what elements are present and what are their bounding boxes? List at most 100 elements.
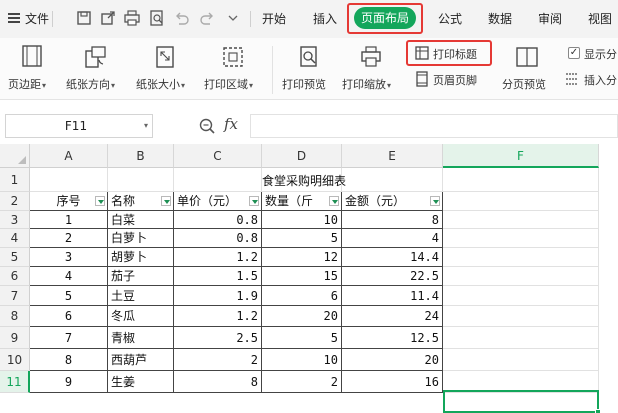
table-row-cell[interactable]: 20: [342, 349, 443, 371]
grid-cell[interactable]: [443, 267, 599, 286]
table-row-cell[interactable]: 12.5: [342, 327, 443, 349]
formula-input[interactable]: [250, 114, 618, 138]
fx-icon[interactable]: fx: [224, 115, 238, 133]
tab-formulas[interactable]: 公式: [438, 10, 462, 27]
table-row-cell[interactable]: 2: [30, 229, 108, 248]
chevron-down-icon[interactable]: ▾: [144, 121, 148, 130]
grid-cell[interactable]: [342, 168, 443, 192]
print-titles-button[interactable]: 打印标题: [412, 44, 488, 64]
grid-cell[interactable]: [443, 349, 599, 371]
tab-home[interactable]: 开始: [262, 10, 286, 27]
table-row-cell[interactable]: 8: [174, 371, 262, 393]
table-row-cell[interactable]: 茄子: [108, 267, 174, 286]
grid-cell[interactable]: [443, 192, 599, 211]
row-header-10[interactable]: 10: [0, 349, 30, 371]
tab-view[interactable]: 视图: [588, 10, 612, 27]
page-break-preview-button[interactable]: 分页预览: [500, 42, 556, 96]
table-header-cell[interactable]: 单价（元）: [174, 192, 262, 211]
table-row-cell[interactable]: 2: [262, 371, 342, 393]
table-row-cell[interactable]: 6: [262, 286, 342, 306]
column-header-f[interactable]: F: [443, 144, 599, 168]
grid-cell[interactable]: [443, 248, 599, 267]
grid-cell[interactable]: [174, 168, 262, 192]
table-row-cell[interactable]: 0.8: [174, 229, 262, 248]
table-row-cell[interactable]: 土豆: [108, 286, 174, 306]
table-row-cell[interactable]: 4: [342, 229, 443, 248]
table-row-cell[interactable]: 8: [30, 349, 108, 371]
table-row-cell[interactable]: 8: [342, 211, 443, 229]
grid-cell[interactable]: [443, 286, 599, 306]
table-row-cell[interactable]: 1.9: [174, 286, 262, 306]
table-row-cell[interactable]: 1.2: [174, 248, 262, 267]
row-header-3[interactable]: 3: [0, 211, 30, 229]
save-icon[interactable]: [75, 9, 93, 27]
table-row-cell[interactable]: 10: [262, 211, 342, 229]
show-page-breaks-checkbox[interactable]: ✓: [568, 47, 580, 59]
margins-button[interactable]: 页边距▾: [6, 42, 58, 96]
table-row-cell[interactable]: 生姜: [108, 371, 174, 393]
column-header-b[interactable]: B: [108, 144, 174, 168]
file-menu[interactable]: 文件: [25, 10, 49, 27]
grid-cell[interactable]: [443, 211, 599, 229]
table-row-cell[interactable]: 11.4: [342, 286, 443, 306]
column-header-d[interactable]: D: [262, 144, 342, 168]
table-row-cell[interactable]: 12: [262, 248, 342, 267]
table-row-cell[interactable]: 白萝卜: [108, 229, 174, 248]
row-header-11[interactable]: 11: [0, 371, 30, 393]
row-header-8[interactable]: 8: [0, 306, 30, 327]
column-header-a[interactable]: A: [30, 144, 108, 168]
grid-cell[interactable]: [443, 306, 599, 327]
print-icon[interactable]: [123, 9, 141, 27]
paper-size-button[interactable]: 纸张大小▾: [134, 42, 196, 96]
table-row-cell[interactable]: 青椒: [108, 327, 174, 349]
grid-cell[interactable]: [443, 327, 599, 349]
table-row-cell[interactable]: 20: [262, 306, 342, 327]
table-row-cell[interactable]: 4: [30, 267, 108, 286]
filter-dropdown-icon[interactable]: [430, 196, 440, 206]
select-all-corner[interactable]: [0, 144, 30, 168]
print-preview-icon[interactable]: [148, 9, 166, 27]
tab-page-layout[interactable]: 页面布局: [354, 7, 416, 29]
print-preview-button[interactable]: 打印预览: [280, 42, 338, 96]
export-icon[interactable]: [99, 9, 117, 27]
orientation-button[interactable]: 纸张方向▾: [64, 42, 126, 96]
insert-page-break-button[interactable]: 插入分: [562, 70, 618, 90]
table-row-cell[interactable]: 24: [342, 306, 443, 327]
table-header-cell[interactable]: 金额（元）: [342, 192, 443, 211]
table-row-cell[interactable]: 14.4: [342, 248, 443, 267]
table-header-cell[interactable]: 数量（斤: [262, 192, 342, 211]
filter-dropdown-icon[interactable]: [95, 196, 105, 206]
column-header-c[interactable]: C: [174, 144, 262, 168]
table-header-cell[interactable]: 序号: [30, 192, 108, 211]
table-header-cell[interactable]: 名称: [108, 192, 174, 211]
table-row-cell[interactable]: 9: [30, 371, 108, 393]
row-header-7[interactable]: 7: [0, 286, 30, 306]
row-header-2[interactable]: 2: [0, 192, 30, 211]
redo-icon[interactable]: [198, 9, 216, 27]
table-row-cell[interactable]: 5: [262, 327, 342, 349]
filter-dropdown-icon[interactable]: [161, 196, 171, 206]
table-row-cell[interactable]: 5: [262, 229, 342, 248]
table-row-cell[interactable]: 0.8: [174, 211, 262, 229]
table-row-cell[interactable]: 1.2: [174, 306, 262, 327]
dropdown-icon[interactable]: [224, 9, 242, 27]
table-row-cell[interactable]: 胡萝卜: [108, 248, 174, 267]
table-row-cell[interactable]: 6: [30, 306, 108, 327]
filter-dropdown-icon[interactable]: [249, 196, 259, 206]
zoom-icon[interactable]: [198, 117, 216, 135]
table-row-cell[interactable]: 5: [30, 286, 108, 306]
table-row-cell[interactable]: 2.5: [174, 327, 262, 349]
tab-data[interactable]: 数据: [488, 10, 512, 27]
table-row-cell[interactable]: 22.5: [342, 267, 443, 286]
grid-cell[interactable]: [443, 371, 599, 393]
header-footer-button[interactable]: 页眉页脚: [412, 70, 488, 90]
menu-icon[interactable]: [8, 13, 20, 23]
table-row-cell[interactable]: 15: [262, 267, 342, 286]
row-header-5[interactable]: 5: [0, 248, 30, 267]
print-area-button[interactable]: 打印区域▾: [204, 42, 266, 96]
filter-dropdown-icon[interactable]: [329, 196, 339, 206]
row-header-4[interactable]: 4: [0, 229, 30, 248]
table-row-cell[interactable]: 西葫芦: [108, 349, 174, 371]
grid-cell[interactable]: [443, 229, 599, 248]
table-row-cell[interactable]: 16: [342, 371, 443, 393]
